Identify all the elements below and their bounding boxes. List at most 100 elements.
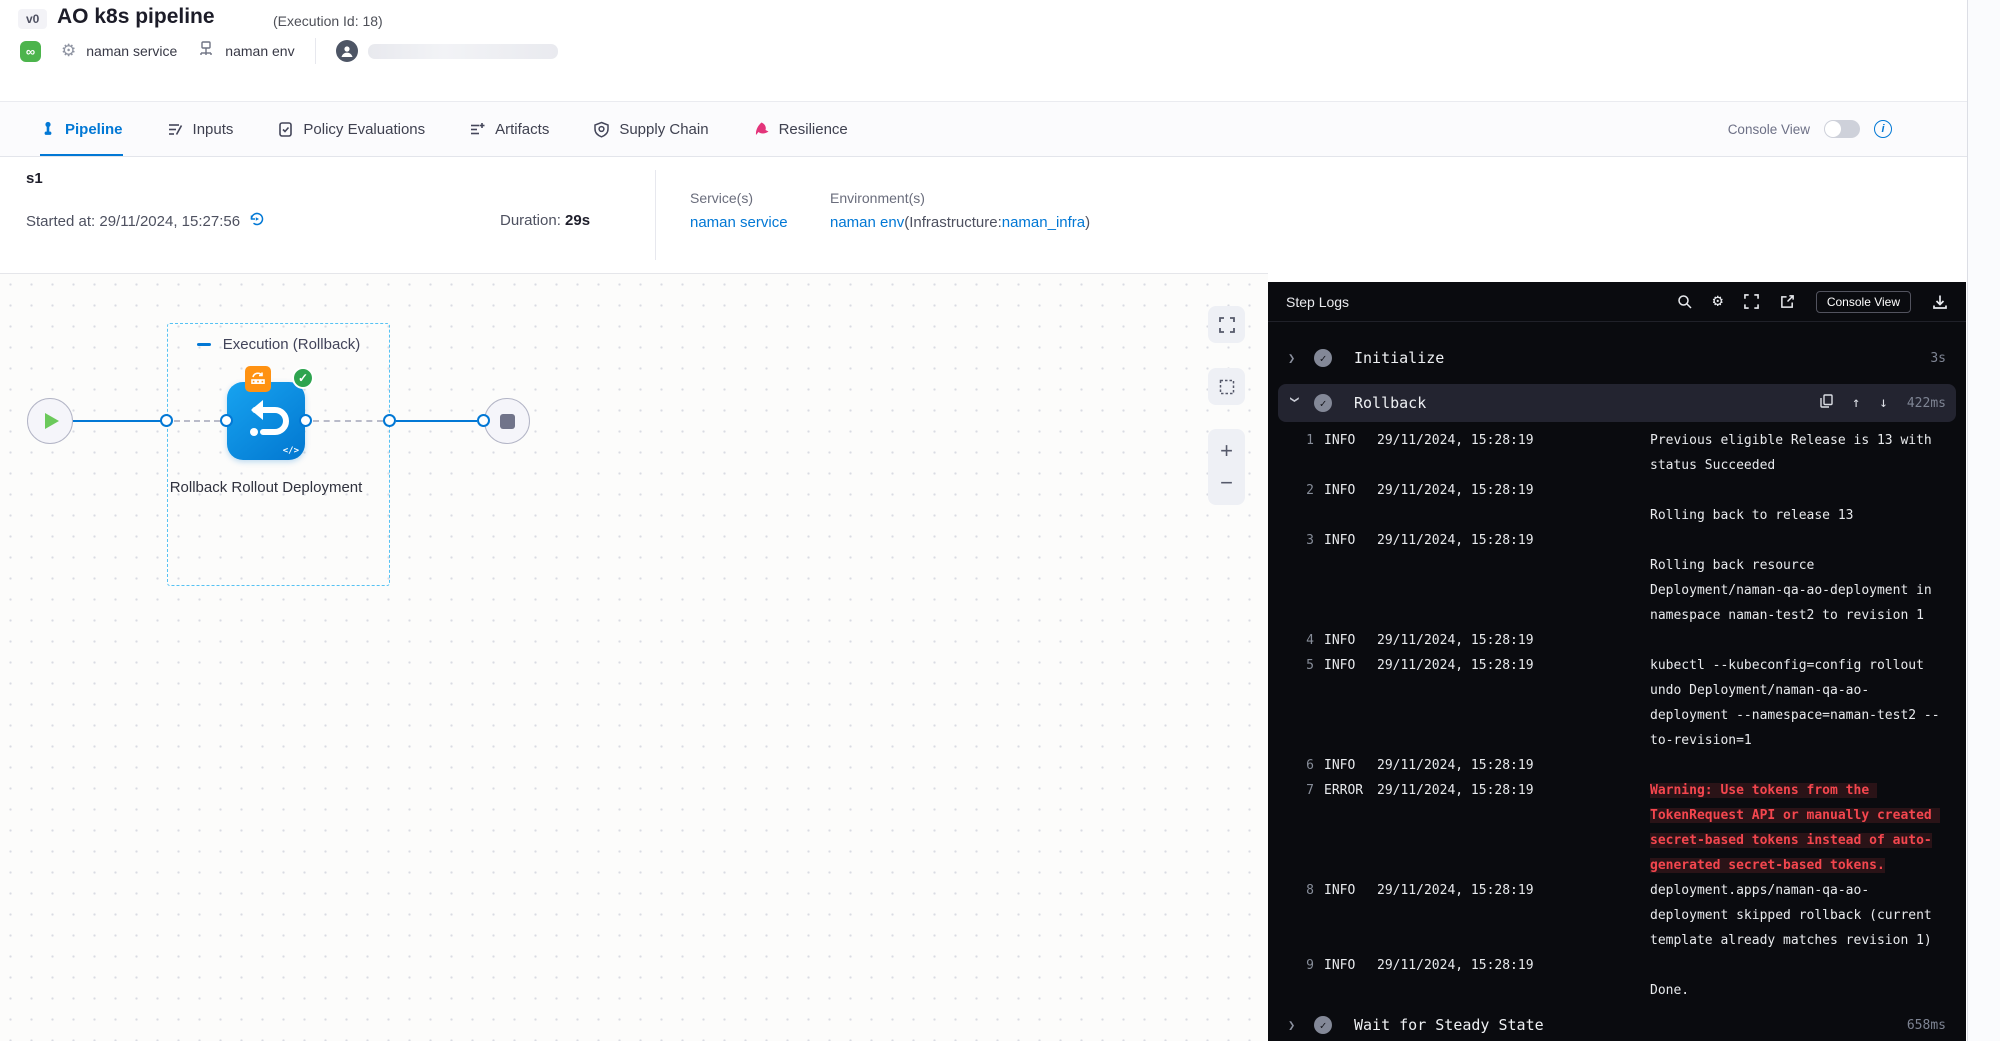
open-in-new-icon[interactable]	[1780, 294, 1795, 309]
log-line-number: 2	[1268, 478, 1314, 503]
log-timestamp: 29/11/2024, 15:28:19	[1377, 528, 1535, 553]
marquee-select-button[interactable]	[1208, 368, 1245, 405]
port-node-out	[299, 414, 312, 427]
port-stage-left	[160, 414, 173, 427]
log-level: INFO	[1324, 878, 1369, 903]
log-timestamp: 29/11/2024, 15:28:19	[1377, 878, 1535, 903]
log-level: INFO	[1324, 528, 1369, 553]
tab-supply-chain[interactable]: Supply Chain	[593, 102, 708, 156]
log-timestamp: 29/11/2024, 15:28:19	[1377, 778, 1535, 803]
duration: Duration: 29s	[500, 212, 590, 229]
version-badge: v0	[18, 9, 47, 29]
success-check-icon: ✓	[292, 367, 314, 389]
execution-history-icon[interactable]	[248, 210, 266, 232]
chevron-right-icon[interactable]: ❯	[1288, 1018, 1302, 1032]
chevron-down-icon[interactable]: ❯	[1288, 396, 1302, 410]
tab-policy-evaluations[interactable]: Policy Evaluations	[277, 102, 425, 156]
log-level: ERROR	[1324, 778, 1369, 803]
cd-module-icon: ∞	[20, 41, 41, 62]
step-node-label: Rollback Rollout Deployment	[166, 474, 366, 502]
log-line: 1 INFO 29/11/2024, 15:28:19 Previous eli…	[1268, 428, 1966, 478]
log-line: 5 INFO 29/11/2024, 15:28:19 kubectl --ku…	[1268, 653, 1966, 753]
end-node[interactable]	[484, 398, 530, 444]
step-success-icon: ✓	[1314, 394, 1332, 412]
log-timestamp: 29/11/2024, 15:28:19	[1377, 953, 1535, 978]
fit-to-screen-button[interactable]	[1208, 306, 1245, 343]
step-success-icon: ✓	[1314, 1016, 1332, 1034]
start-node[interactable]	[27, 398, 73, 444]
step-logs-header: Step Logs ⚙ Console View	[1268, 282, 1966, 322]
log-lines[interactable]: 1 INFO 29/11/2024, 15:28:19 Previous eli…	[1268, 428, 1966, 1003]
infrastructure-link[interactable]: naman_infra	[1002, 214, 1085, 231]
port-end-in	[477, 414, 490, 427]
expand-icon[interactable]	[1744, 294, 1759, 309]
console-view-toggle[interactable]	[1824, 120, 1860, 138]
execution-id: (Execution Id: 18)	[273, 13, 383, 29]
log-timestamp: 29/11/2024, 15:28:19	[1377, 478, 1535, 503]
header-environment-name[interactable]: naman env	[225, 43, 294, 59]
tab-artifacts[interactable]: Artifacts	[469, 102, 549, 156]
log-line: 7 ERROR 29/11/2024, 15:28:19 Warning: Us…	[1268, 778, 1966, 878]
log-line: 4 INFO 29/11/2024, 15:28:19	[1268, 628, 1966, 653]
log-level: INFO	[1324, 953, 1369, 978]
stage-name: s1	[26, 170, 43, 187]
log-level: INFO	[1324, 753, 1369, 778]
services-label: Service(s)	[690, 190, 788, 206]
zoom-out-button[interactable]: −	[1220, 470, 1233, 496]
log-timestamp: 29/11/2024, 15:28:19	[1377, 628, 1535, 653]
step-node-rollback-rollout-deployment[interactable]: </>	[227, 382, 305, 460]
section-duration: 658ms	[1907, 1018, 1946, 1033]
zoom-controls: + −	[1208, 429, 1245, 505]
log-level: INFO	[1324, 478, 1369, 503]
pipeline-icon	[40, 121, 56, 137]
log-timestamp: 29/11/2024, 15:28:19	[1377, 653, 1535, 678]
code-glyph: </>	[283, 446, 299, 456]
edge-start-to-stage	[73, 420, 161, 422]
stage-group-label: Execution (Rollback)	[223, 336, 361, 353]
chevron-right-icon[interactable]: ❯	[1288, 351, 1302, 365]
console-view-button[interactable]: Console View	[1816, 291, 1911, 313]
log-section-wait-for-steady-state[interactable]: ❯ ✓ Wait for Steady State 658ms	[1278, 1005, 1956, 1041]
zoom-in-button[interactable]: +	[1220, 438, 1233, 464]
tab-inputs[interactable]: Inputs	[167, 102, 234, 156]
stage-group-header: Execution (Rollback)	[168, 336, 389, 353]
gear-icon: ⚙	[61, 41, 76, 61]
log-timestamp: 29/11/2024, 15:28:19	[1377, 428, 1535, 453]
header-service-name[interactable]: naman service	[86, 43, 177, 59]
log-line-number: 7	[1268, 778, 1314, 803]
log-section-initialize[interactable]: ❯ ✓ Initialize 3s	[1278, 338, 1956, 378]
log-line: 3 INFO 29/11/2024, 15:28:19 Rolling back…	[1268, 528, 1966, 628]
step-logs-panel: Step Logs ⚙ Console View ❯ ✓	[1268, 282, 1966, 1041]
scroll-down-icon[interactable]: ↓	[1879, 395, 1887, 411]
stage-summary-bar: s1 Started at: 29/11/2024, 15:27:56 Dura…	[0, 158, 1967, 273]
stage-bar-divider	[655, 170, 656, 260]
download-logs-icon[interactable]	[1932, 294, 1948, 310]
scrollbar-gutter[interactable]	[1967, 0, 2000, 1041]
scroll-up-icon[interactable]: ↑	[1852, 395, 1860, 411]
search-icon[interactable]	[1677, 294, 1692, 309]
tab-pipeline[interactable]: Pipeline	[40, 102, 123, 156]
environment-link[interactable]: naman env	[830, 214, 904, 231]
collapse-icon[interactable]	[197, 343, 211, 346]
log-message: Done.	[1650, 953, 1940, 1003]
log-message: Previous eligible Release is 13 with sta…	[1650, 428, 1940, 478]
log-section-rollback[interactable]: ❯ ✓ Rollback ↑ ↓ 422ms	[1278, 384, 1956, 422]
tab-resilience[interactable]: Resilience	[753, 102, 848, 156]
toggle-knob	[1825, 121, 1841, 137]
port-node-in	[220, 414, 233, 427]
info-icon[interactable]: i	[1874, 120, 1892, 138]
log-settings-gear-icon[interactable]: ⚙	[1713, 293, 1723, 310]
service-link[interactable]: naman service	[690, 214, 788, 231]
copy-logs-icon[interactable]	[1820, 394, 1833, 412]
log-level: INFO	[1324, 653, 1369, 678]
log-timestamp: 29/11/2024, 15:28:19	[1377, 753, 1535, 778]
log-line-number: 3	[1268, 528, 1314, 553]
log-message: Rolling back resource Deployment/naman-q…	[1650, 528, 1940, 628]
pipeline-execution-page: v0 AO k8s pipeline (Execution Id: 18) ∞ …	[0, 0, 2000, 1041]
policy-check-icon	[277, 121, 294, 138]
environments-column: Environment(s) naman env(Infrastructure:…	[830, 190, 1090, 231]
inputs-icon	[167, 121, 184, 138]
section-duration: 3s	[1930, 351, 1946, 366]
page-title: AO k8s pipeline	[57, 5, 215, 29]
pipeline-canvas[interactable]: Execution (Rollback) </> ✓ Rollback Roll…	[0, 273, 1268, 1041]
